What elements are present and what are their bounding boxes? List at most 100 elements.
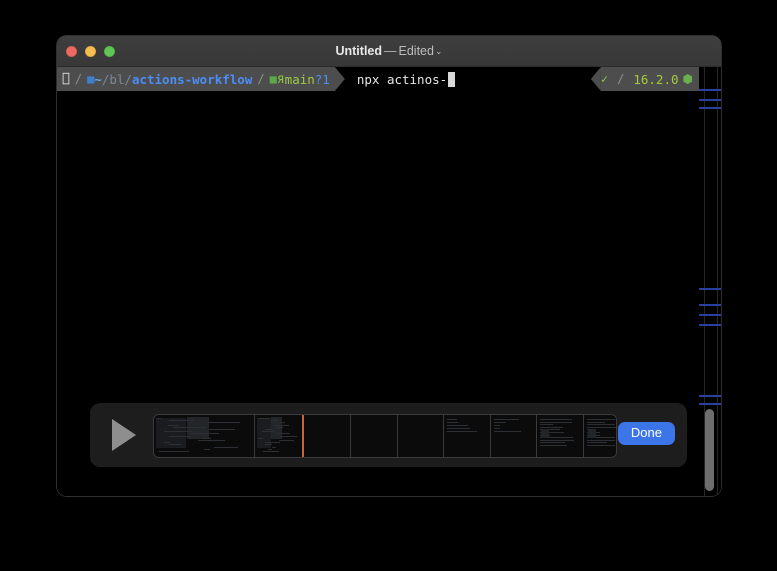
- scrollbar-thumb[interactable]: [705, 408, 714, 491]
- filmstrip-timeline[interactable]: [153, 414, 617, 458]
- frame-text-line: [168, 424, 178, 426]
- frame-text-line: [540, 421, 572, 423]
- frame-cursor-block: [541, 429, 549, 438]
- chevron-down-icon[interactable]: ⌄: [435, 46, 443, 56]
- playhead[interactable]: [301, 415, 304, 457]
- frame-text-line: [447, 419, 457, 420]
- frame-text-line: [447, 428, 470, 429]
- frame-text-line: [263, 451, 279, 452]
- command-text: npx actinos-: [349, 71, 447, 87]
- frame-text-line: [274, 424, 289, 426]
- frame-text-line: [265, 429, 272, 430]
- window-title: Untitled — Edited⌄: [57, 36, 721, 67]
- frame-text-line: [540, 419, 572, 420]
- frame-text-line: [540, 439, 574, 441]
- scrollbar-mark: [699, 313, 721, 316]
- frame-text-line: [190, 433, 219, 435]
- scrollbar-mark: [699, 287, 721, 290]
- filmstrip-frame[interactable]: [351, 415, 398, 457]
- git-logo-icon: ■: [270, 72, 277, 86]
- filmstrip-frame[interactable]: [255, 415, 304, 457]
- frame-text-line: [279, 440, 294, 441]
- prompt-right-status: ✓ / 16.2.0 ⬢: [590, 67, 699, 91]
- frame-text-line: [207, 422, 240, 424]
- frame-text-line: [587, 442, 607, 444]
- scrollbar-mark: [699, 324, 721, 327]
- filmstrip-frame[interactable]: [398, 415, 444, 457]
- frame-text-line: [587, 421, 605, 423]
- frame-text-line: [280, 422, 285, 424]
- window-title-dash: —: [384, 43, 397, 58]
- node-version-label: 16.2.0: [633, 71, 679, 87]
- traffic-light-group: [66, 36, 115, 66]
- filmstrip-frame[interactable]: [491, 415, 537, 457]
- frame-text-line: [494, 422, 506, 423]
- scrollbar-mark: [699, 402, 721, 405]
- done-button[interactable]: Done: [617, 422, 675, 446]
- frame-text-line: [494, 431, 521, 432]
- frame-text-line: [164, 442, 170, 444]
- filmstrip-frame[interactable]: [537, 415, 584, 457]
- frame-text-line: [540, 424, 553, 426]
- maximize-window-button[interactable]: [104, 45, 115, 57]
- apple-logo-icon: : [62, 72, 70, 85]
- frame-text-line: [202, 437, 211, 439]
- frame-thumbnail: [398, 415, 443, 457]
- close-window-button[interactable]: [66, 45, 77, 57]
- git-status-count: ?1: [306, 71, 330, 87]
- frame-text-line: [214, 446, 238, 448]
- scrollbar-mark: [699, 303, 721, 306]
- git-branch-icon: я: [277, 72, 285, 87]
- prompt-path-separator-1: /: [102, 72, 110, 87]
- window-title-text: Untitled: [335, 43, 383, 58]
- frame-text-line: [198, 440, 225, 441]
- scrollbar-mark: [699, 394, 721, 397]
- window-edited-state[interactable]: Edited: [399, 44, 434, 58]
- scrollbar-mark: [699, 98, 721, 101]
- recording-trim-bar: Done: [90, 403, 687, 467]
- frame-text-line: [272, 446, 276, 448]
- node-logo-icon: ⬢: [682, 72, 693, 86]
- folder-icon: ■: [87, 72, 94, 86]
- window-titlebar[interactable]: Untitled — Edited⌄: [57, 36, 721, 67]
- right-status-segment: ✓ / 16.2.0 ⬢: [600, 67, 699, 91]
- filmstrip-frame[interactable]: [154, 415, 255, 457]
- check-icon: ✓: [600, 72, 609, 86]
- right-status-separator: /: [617, 72, 625, 86]
- frame-text-line: [173, 426, 206, 428]
- frame-text-line: [258, 418, 270, 419]
- frame-text-line: [169, 420, 194, 422]
- filmstrip-frame[interactable]: [444, 415, 491, 457]
- prompt-segment-cap: [334, 67, 345, 91]
- frame-text-line: [494, 419, 519, 420]
- frame-thumbnail: [351, 415, 397, 457]
- frame-text-line: [280, 435, 297, 437]
- frame-text-line: [447, 422, 458, 423]
- filmstrip-frame[interactable]: [304, 415, 351, 457]
- frame-text-line: [164, 431, 193, 433]
- scrollbar-mark: [699, 88, 721, 91]
- prompt-parent-dir: bl: [101, 71, 124, 87]
- play-button[interactable]: [112, 419, 136, 451]
- frame-text-line: [169, 444, 181, 446]
- frame-text-line: [540, 445, 567, 446]
- prompt-path-separator-2: /: [116, 71, 132, 87]
- frame-cursor-block: [588, 429, 596, 438]
- right-status-cap: [590, 67, 601, 91]
- frame-thumbnail: [154, 415, 254, 457]
- terminal-scrollbar[interactable]: [699, 67, 721, 496]
- frame-thumbnail: [444, 415, 490, 457]
- frame-text-line: [540, 426, 563, 428]
- frame-text-line: [265, 442, 280, 444]
- frame-text-line: [157, 418, 161, 419]
- frame-text-line: [494, 428, 500, 429]
- frame-text-line: [587, 419, 615, 420]
- prompt-home-tilde: ~: [94, 72, 102, 87]
- frame-thumbnail: [537, 415, 583, 457]
- frame-text-line: [540, 442, 565, 444]
- frame-text-line: [447, 425, 468, 426]
- frame-thumbnail: [584, 415, 616, 457]
- filmstrip-frame[interactable]: [584, 415, 616, 457]
- text-cursor: [448, 71, 456, 87]
- minimize-window-button[interactable]: [85, 45, 96, 57]
